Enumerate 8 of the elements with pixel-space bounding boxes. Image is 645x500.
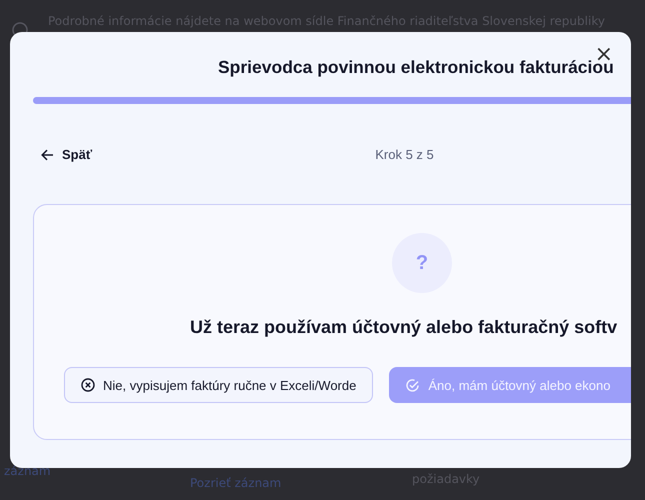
back-button[interactable]: Späť: [33, 147, 92, 162]
question-text: Už teraz používam účtovný alebo fakturačný softv: [190, 317, 618, 338]
check-circle-icon: [405, 378, 420, 392]
question-badge: ?: [392, 233, 452, 293]
step-counter: Krok 5 z 5: [375, 147, 434, 162]
answer-button[interactable]: Nie, vypisujem faktúry ručne v Exceli/Worde: [64, 367, 374, 403]
arrow-left-icon: [41, 148, 54, 160]
cancel-icon: [81, 378, 95, 392]
